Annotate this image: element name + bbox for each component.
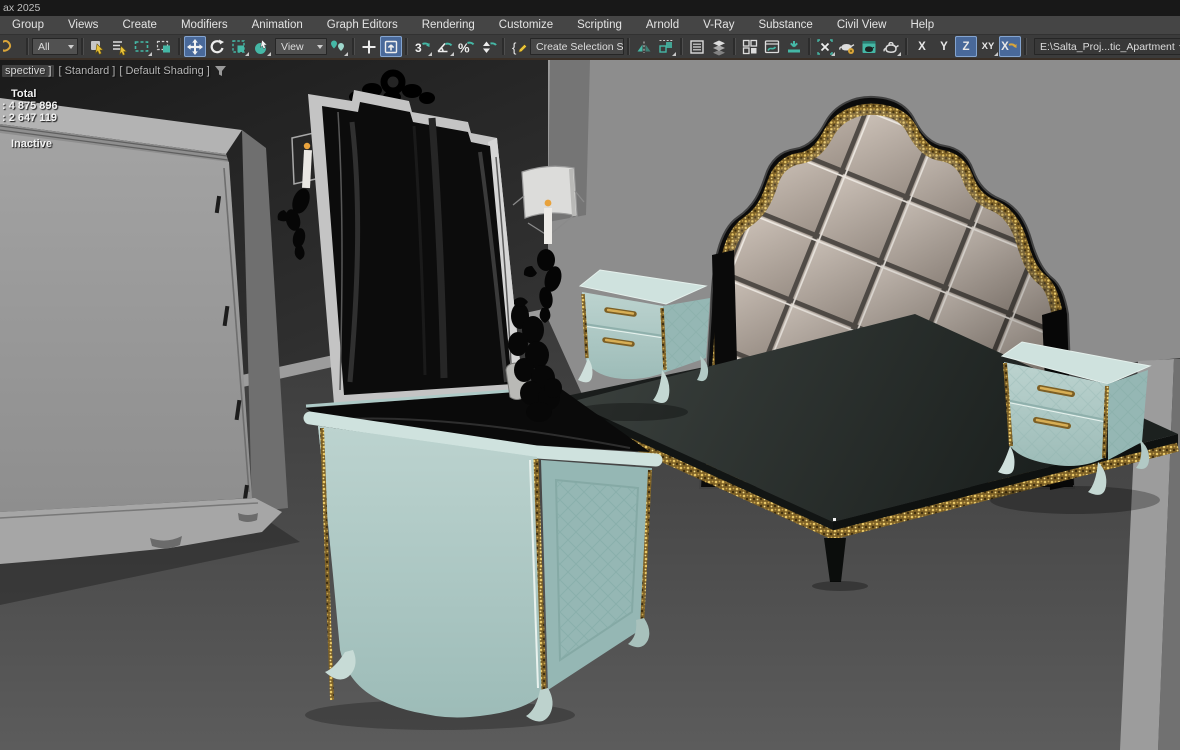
brace-glyph: { xyxy=(512,40,517,55)
menu-arnold[interactable]: Arnold xyxy=(634,19,691,31)
curve-editor-button[interactable] xyxy=(739,36,761,57)
toolbar-separator xyxy=(680,38,683,55)
candle-flame xyxy=(545,200,552,207)
toolbar-separator xyxy=(26,38,29,55)
rectangular-selection-region-button[interactable] xyxy=(131,36,153,57)
edit-named-selection-sets-button[interactable]: { xyxy=(508,36,530,57)
toggle-layer-explorer-button[interactable] xyxy=(708,36,730,57)
mirror-button[interactable] xyxy=(633,36,655,57)
select-and-place-button[interactable] xyxy=(250,36,272,57)
select-and-rotate-button[interactable] xyxy=(206,36,228,57)
main-toolbar: All View xyxy=(0,35,1180,58)
align-button[interactable] xyxy=(655,36,677,57)
menu-modifiers[interactable]: Modifiers xyxy=(169,19,240,31)
keyboard-shortcut-override-toggle[interactable] xyxy=(380,36,402,57)
use-pivot-point-center-button[interactable] xyxy=(327,36,349,57)
restrict-z-button[interactable]: Z xyxy=(955,36,977,57)
stats-verts: : 2 647 119 xyxy=(2,112,58,124)
toolbar-separator xyxy=(178,38,181,55)
viewport-canvas xyxy=(0,60,1180,750)
select-object-button[interactable] xyxy=(87,36,109,57)
candle xyxy=(544,208,552,244)
snaps-use-axis-constraints-toggle[interactable]: X xyxy=(999,36,1021,57)
candle-flame xyxy=(304,143,310,149)
stats-total-label: Total xyxy=(2,88,58,100)
isolate-selection-toggle[interactable] xyxy=(814,36,836,57)
3dsmax-window: ax 2025 Group Views Create Modifiers Ani… xyxy=(0,0,1180,750)
chevron-down-icon xyxy=(68,45,74,49)
menu-vray[interactable]: V-Ray xyxy=(691,19,746,31)
chevron-down-icon xyxy=(317,45,323,49)
snaps-toggle-3d[interactable]: 3 xyxy=(411,36,433,57)
percent-snap-toggle[interactable]: % xyxy=(455,36,477,57)
named-selection-set-field[interactable]: Create Selection Se xyxy=(530,38,624,55)
toolbar-separator xyxy=(627,38,630,55)
menu-animation[interactable]: Animation xyxy=(240,19,315,31)
toolbar-separator xyxy=(733,38,736,55)
toolbar-separator xyxy=(81,38,84,55)
toggle-scene-explorer-button[interactable] xyxy=(686,36,708,57)
toolbar-separator xyxy=(1024,38,1027,55)
stats-state: Inactive xyxy=(2,138,58,150)
select-by-name-button[interactable] xyxy=(109,36,131,57)
restrict-y-button[interactable]: Y xyxy=(933,36,955,57)
select-and-move-button[interactable] xyxy=(184,36,206,57)
menu-rendering[interactable]: Rendering xyxy=(410,19,487,31)
toolbar-separator xyxy=(502,38,505,55)
selection-filter-dropdown[interactable]: All xyxy=(32,38,78,55)
menu-scripting[interactable]: Scripting xyxy=(565,19,634,31)
project-folder-dropdown[interactable]: E:\Salta_Proj...tic_Apartment xyxy=(1034,38,1180,55)
menu-bar: Group Views Create Modifiers Animation G… xyxy=(0,16,1180,35)
select-and-link-icon[interactable] xyxy=(1,36,23,57)
viewport-label[interactable]: spective ] [ Standard ] [ Default Shadin… xyxy=(2,65,227,77)
menu-civil-view[interactable]: Civil View xyxy=(825,19,899,31)
statistics-overlay: Total : 4 875 896 : 2 647 119 Inactive xyxy=(2,88,58,150)
perspective-viewport[interactable]: spective ] [ Standard ] [ Default Shadin… xyxy=(0,60,1180,750)
filter-funnel-icon[interactable] xyxy=(214,65,227,77)
reference-coordinate-system-dropdown[interactable]: View xyxy=(275,38,327,55)
menu-customize[interactable]: Customize xyxy=(487,19,565,31)
viewport-shading-label[interactable]: [ Default Shading ] xyxy=(119,65,210,77)
render-production-button[interactable] xyxy=(880,36,902,57)
select-and-manipulate-button[interactable] xyxy=(358,36,380,57)
toolbar-separator xyxy=(905,38,908,55)
menu-views[interactable]: Views xyxy=(56,19,110,31)
toolbar-separator xyxy=(808,38,811,55)
menu-substance[interactable]: Substance xyxy=(746,19,824,31)
ribbon-toggle-button[interactable] xyxy=(783,36,805,57)
render-setup-button[interactable] xyxy=(836,36,858,57)
title-bar: ax 2025 xyxy=(0,0,1180,16)
angle-snap-toggle[interactable] xyxy=(433,36,455,57)
menu-help[interactable]: Help xyxy=(898,19,946,31)
menu-group[interactable]: Group xyxy=(0,19,56,31)
wardrobe[interactable] xyxy=(0,98,300,605)
select-and-scale-button[interactable] xyxy=(228,36,250,57)
restrict-x-button[interactable]: X xyxy=(911,36,933,57)
schematic-view-button[interactable] xyxy=(761,36,783,57)
wardrobe-front xyxy=(0,133,252,512)
toolbar-separator xyxy=(352,38,355,55)
toolbar-separator xyxy=(405,38,408,55)
stats-polys: : 4 875 896 xyxy=(2,100,58,112)
restrict-plane-button[interactable]: XY xyxy=(977,36,999,57)
viewport-standard-label[interactable]: [ Standard ] xyxy=(58,65,115,77)
window-crossing-toggle[interactable] xyxy=(153,36,175,57)
window-title: ax 2025 xyxy=(3,2,40,14)
rendered-frame-window-button[interactable] xyxy=(858,36,880,57)
spinner-snap-toggle[interactable] xyxy=(477,36,499,57)
menu-graph-editors[interactable]: Graph Editors xyxy=(315,19,410,31)
snap-3-glyph: 3 xyxy=(415,41,422,55)
nightstand-front xyxy=(582,292,666,379)
viewport-pov-label[interactable]: spective ] xyxy=(2,65,54,77)
menu-create[interactable]: Create xyxy=(110,19,169,31)
